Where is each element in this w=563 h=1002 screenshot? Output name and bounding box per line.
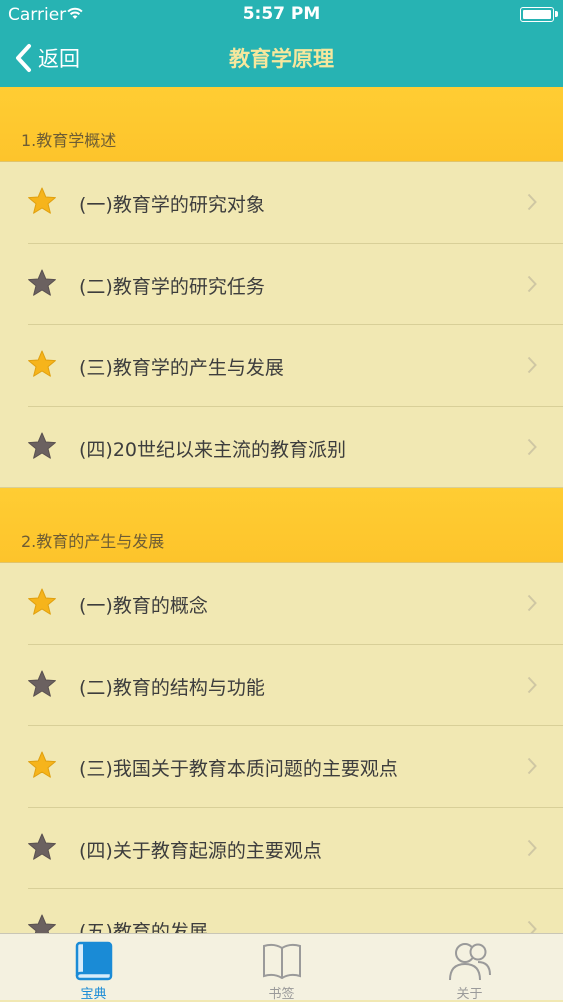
list-item[interactable]: (四)关于教育起源的主要观点 [0,808,563,890]
item-label: (一)教育学的研究对象 [79,194,265,216]
clock: 5:57 PM [242,4,321,24]
chevron-right-icon [527,594,537,612]
item-label: (二)教育的结构与功能 [79,676,265,699]
section-title: 2.教育的产生与发展 [21,532,165,551]
star-icon[interactable] [27,913,57,933]
list-item[interactable]: (一)教育学的研究对象 [0,162,563,244]
tab-baodian[interactable]: 宝典 [0,934,187,1002]
star-icon[interactable] [27,587,57,617]
list-item[interactable]: (三)我国关于教育本质问题的主要观点 [0,726,563,808]
tab-label: 书签 [268,987,295,1002]
page-title: 教育学原理 [229,47,334,71]
item-label: (四)关于教育起源的主要观点 [79,839,322,862]
item-label: (三)我国关于教育本质问题的主要观点 [79,758,398,780]
star-icon[interactable] [27,832,57,862]
list-item[interactable]: (二)教育学的研究任务 [0,244,563,326]
chevron-right-icon [527,757,537,775]
list-item[interactable]: (一)教育的概念 [0,563,563,645]
book-icon [75,941,112,981]
item-label: (二)教育学的研究任务 [79,275,265,298]
chevron-right-icon [527,438,537,455]
item-label: (五)教育的发展 [79,921,208,933]
section-header: 1.教育学概述 [0,87,563,162]
navigation-bar: 返回 教育学原理 [0,30,563,87]
chevron-right-icon [527,193,537,211]
item-label: (一)教育的概念 [79,595,208,617]
status-bar: Carrier 5:57 PM [0,0,563,30]
chevron-right-icon [527,839,537,856]
chevron-right-icon [527,275,537,292]
list-item[interactable]: (五)教育的发展 [0,889,563,933]
list-item[interactable]: (三)教育学的产生与发展 [0,325,563,407]
star-icon[interactable] [27,268,57,298]
section-title: 1.教育学概述 [21,131,117,150]
chevron-right-icon [527,676,537,693]
star-icon[interactable] [27,431,57,461]
tab-label: 关于 [456,987,483,1002]
chevron-right-icon [527,356,537,374]
list-item[interactable]: (二)教育的结构与功能 [0,645,563,727]
tab-bar: 宝典 书签 关于 [0,933,563,1002]
list-item[interactable]: (四)20世纪以来主流的教育派别 [0,407,563,489]
star-icon[interactable] [27,349,57,379]
chapter-list[interactable]: 1.教育学概述 (一)教育学的研究对象 (二)教育学的研究任务 (三)教育学的产… [0,87,563,933]
chevron-right-icon [527,920,537,933]
tab-label: 宝典 [80,987,107,1002]
people-icon [448,943,491,981]
item-label: (四)20世纪以来主流的教育派别 [79,438,347,461]
item-label: (三)教育学的产生与发展 [79,357,284,379]
battery-icon [520,7,558,22]
tab-guanyu[interactable]: 关于 [376,934,563,1002]
open-book-icon [262,943,301,980]
star-icon[interactable] [27,186,57,216]
tab-shuqian[interactable]: 书签 [188,934,375,1002]
section-header: 2.教育的产生与发展 [0,488,563,563]
star-icon[interactable] [27,750,57,780]
star-icon[interactable] [27,669,57,699]
